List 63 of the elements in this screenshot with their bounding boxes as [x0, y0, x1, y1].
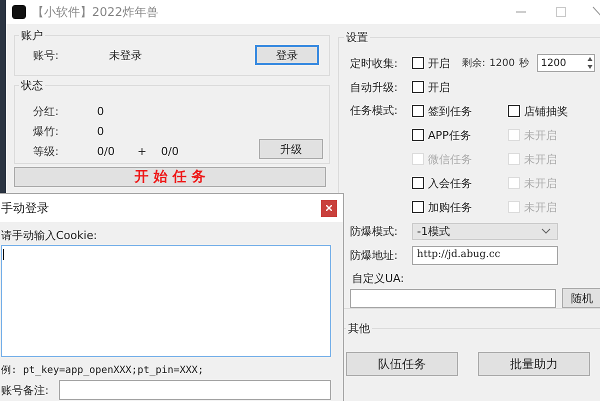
spin-field[interactable]: 1200 — [536, 54, 595, 72]
group-title: 状态 — [20, 78, 44, 93]
note-label: 账号备注: — [1, 382, 50, 398]
checkbox[interactable] — [508, 105, 520, 117]
chevron-down-icon — [541, 228, 551, 234]
remaining-label: 剩余: — [462, 57, 486, 70]
setting-label: 防爆模式: — [350, 224, 399, 238]
setting-label: 防爆地址: — [350, 248, 399, 262]
status-label: 等级: — [32, 144, 60, 158]
remaining-value: 1200 — [489, 58, 515, 68]
checkbox-label: 签到任务 — [428, 104, 472, 118]
task-button[interactable]: 批量助力 — [478, 352, 590, 376]
note-field[interactable] — [59, 380, 331, 400]
status-label: 分红: — [32, 104, 60, 118]
checkbox-label: 入会任务 — [428, 176, 472, 190]
checkbox-label: 微信任务 — [428, 152, 472, 166]
checkbox[interactable] — [412, 129, 424, 141]
checkbox-label: 未开启 — [524, 152, 557, 166]
checkbox-label: 加购任务 — [428, 200, 472, 214]
app-icon — [12, 5, 26, 19]
setting-label: 定时收集: — [350, 56, 399, 70]
checkbox[interactable] — [412, 201, 424, 213]
plus-sign: + — [136, 144, 148, 158]
status-value: 0/0 — [96, 144, 116, 158]
setting-label: 自定义UA: — [351, 271, 406, 286]
login-button[interactable]: 登录 — [255, 45, 319, 65]
random-button[interactable]: 随机 — [562, 288, 600, 308]
spin-arrows-icon[interactable] — [586, 56, 593, 70]
group-title: 其他 — [347, 321, 371, 336]
status-value: 0/0 — [160, 144, 180, 158]
checkbox[interactable] — [412, 105, 424, 117]
checkbox-label: 开启 — [428, 56, 450, 70]
account-value: 未登录 — [108, 48, 143, 62]
maximize-icon[interactable] — [554, 5, 568, 19]
checkbox-label: 未开启 — [524, 128, 557, 142]
unit-label: 秒 — [518, 56, 529, 70]
checkbox-label: 未开启 — [524, 176, 557, 190]
status-value: 0 — [96, 124, 105, 138]
ua-field[interactable] — [350, 288, 556, 308]
checkbox-label: APP任务 — [428, 128, 471, 142]
cookie-prompt: 请手动输入Cookie: — [1, 228, 98, 243]
mode-dropdown[interactable]: -1模式 — [412, 222, 558, 240]
status-value: 0 — [96, 104, 105, 118]
group-title: 设置 — [345, 30, 369, 45]
checkbox-label: 开启 — [428, 80, 450, 94]
task-button[interactable]: 队伍任务 — [346, 352, 458, 376]
window-title: 【小软件】2022炸年兽 — [32, 4, 160, 20]
checkbox[interactable] — [412, 81, 424, 93]
cookie-input[interactable] — [1, 245, 331, 357]
checkbox-label: 未开启 — [524, 200, 557, 214]
account-label: 账号: — [32, 48, 60, 62]
checkbox[interactable] — [412, 177, 424, 189]
group-title: 账户 — [20, 28, 44, 43]
setting-label: 任务模式: — [350, 103, 399, 119]
status-label: 爆竹: — [32, 124, 60, 138]
close-button[interactable] — [321, 200, 337, 216]
dialog-title: 手动登录 — [1, 200, 49, 216]
url-field[interactable]: http://jd.abug.cc — [412, 246, 558, 264]
example-text: 例: pt_key=app_openXXX;pt_pin=XXX; — [1, 364, 205, 377]
upgrade-button[interactable]: 升级 — [259, 139, 323, 159]
checkbox-label: 店铺抽奖 — [524, 104, 568, 118]
checkbox[interactable] — [412, 57, 424, 69]
setting-label: 自动升级: — [350, 80, 399, 94]
